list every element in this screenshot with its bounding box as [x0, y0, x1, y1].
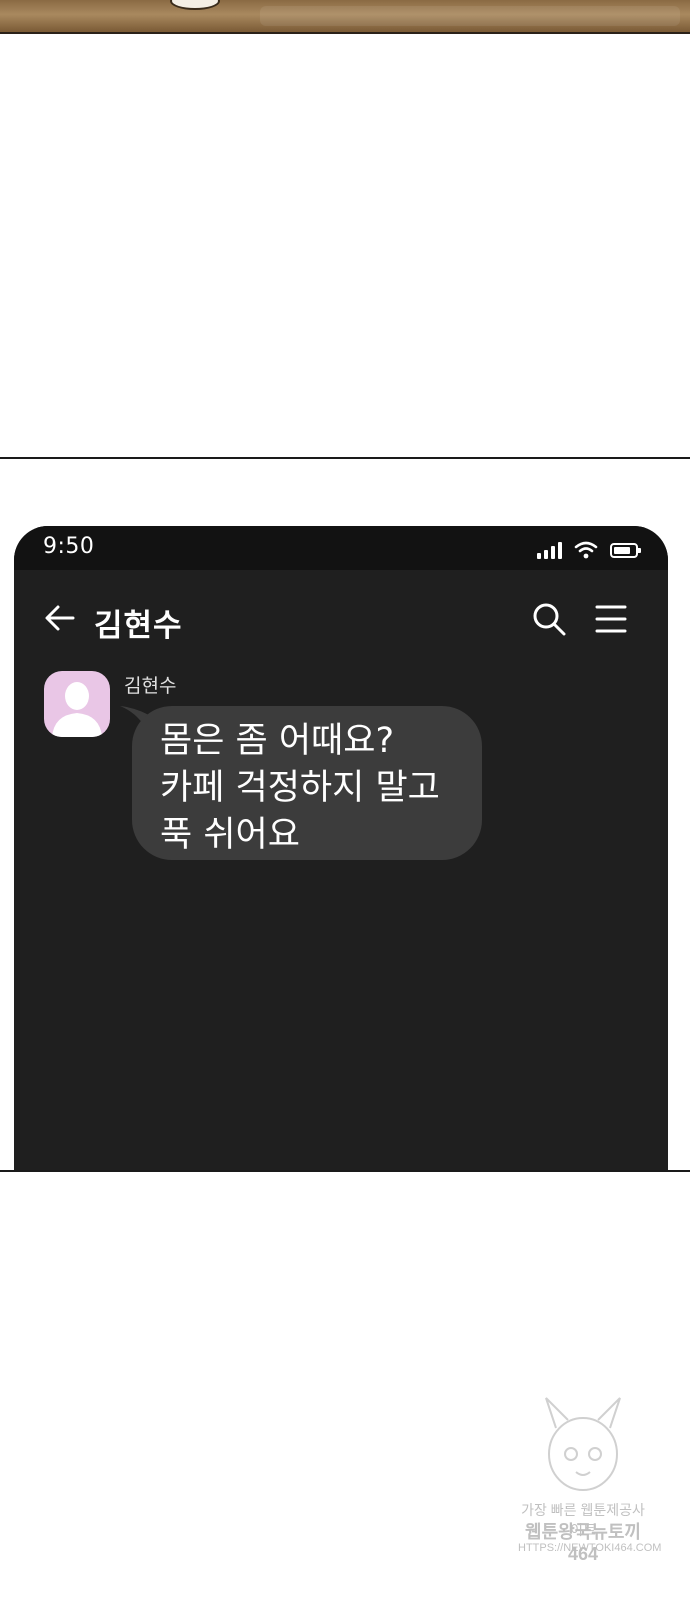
menu-icon[interactable]	[594, 603, 628, 635]
wood-texture	[260, 6, 680, 26]
message-line: 카페 걱정하지 말고	[160, 768, 440, 808]
panel-divider-bottom	[0, 1170, 690, 1172]
profile-silhouette-icon	[52, 682, 102, 737]
sender-name: 김현수	[124, 675, 177, 697]
top-comic-panel	[0, 0, 690, 34]
wifi-icon	[574, 541, 598, 559]
signal-icon	[537, 541, 562, 559]
phone-screen: 9:50 김현수 김현수 몸은 좀 어때요? 카페 걱정하지 말고 푹 쉬어요	[14, 526, 668, 1170]
search-icon[interactable]	[530, 600, 568, 638]
chat-title: 김현수	[94, 608, 183, 644]
message-text: 몸은 좀 어때요? 카페 걱정하지 말고 푹 쉬어요	[160, 718, 470, 859]
mascot-logo-icon	[545, 1397, 621, 1491]
watermark-line3: HTTPS://NEWTOKI464.COM	[518, 1542, 662, 1554]
back-arrow-icon[interactable]	[42, 600, 78, 636]
message-line: 몸은 좀 어때요?	[160, 721, 395, 761]
message-bubble[interactable]: 몸은 좀 어때요? 카페 걱정하지 말고 푹 쉬어요	[132, 706, 482, 860]
panel-object	[170, 0, 220, 10]
status-time: 9:50	[43, 534, 95, 559]
status-bar: 9:50	[14, 526, 668, 570]
avatar[interactable]	[44, 671, 110, 737]
chat-header: 김현수	[14, 570, 668, 666]
watermark: 가장 빠른 웹툰제공사이트 웹툰왕국뉴토끼464 HTTPS://NEWTOKI…	[518, 1392, 662, 1582]
message-line: 푹 쉬어요	[160, 815, 300, 855]
panel-divider-top	[0, 457, 690, 459]
battery-icon	[610, 543, 641, 558]
status-icons	[537, 537, 641, 559]
